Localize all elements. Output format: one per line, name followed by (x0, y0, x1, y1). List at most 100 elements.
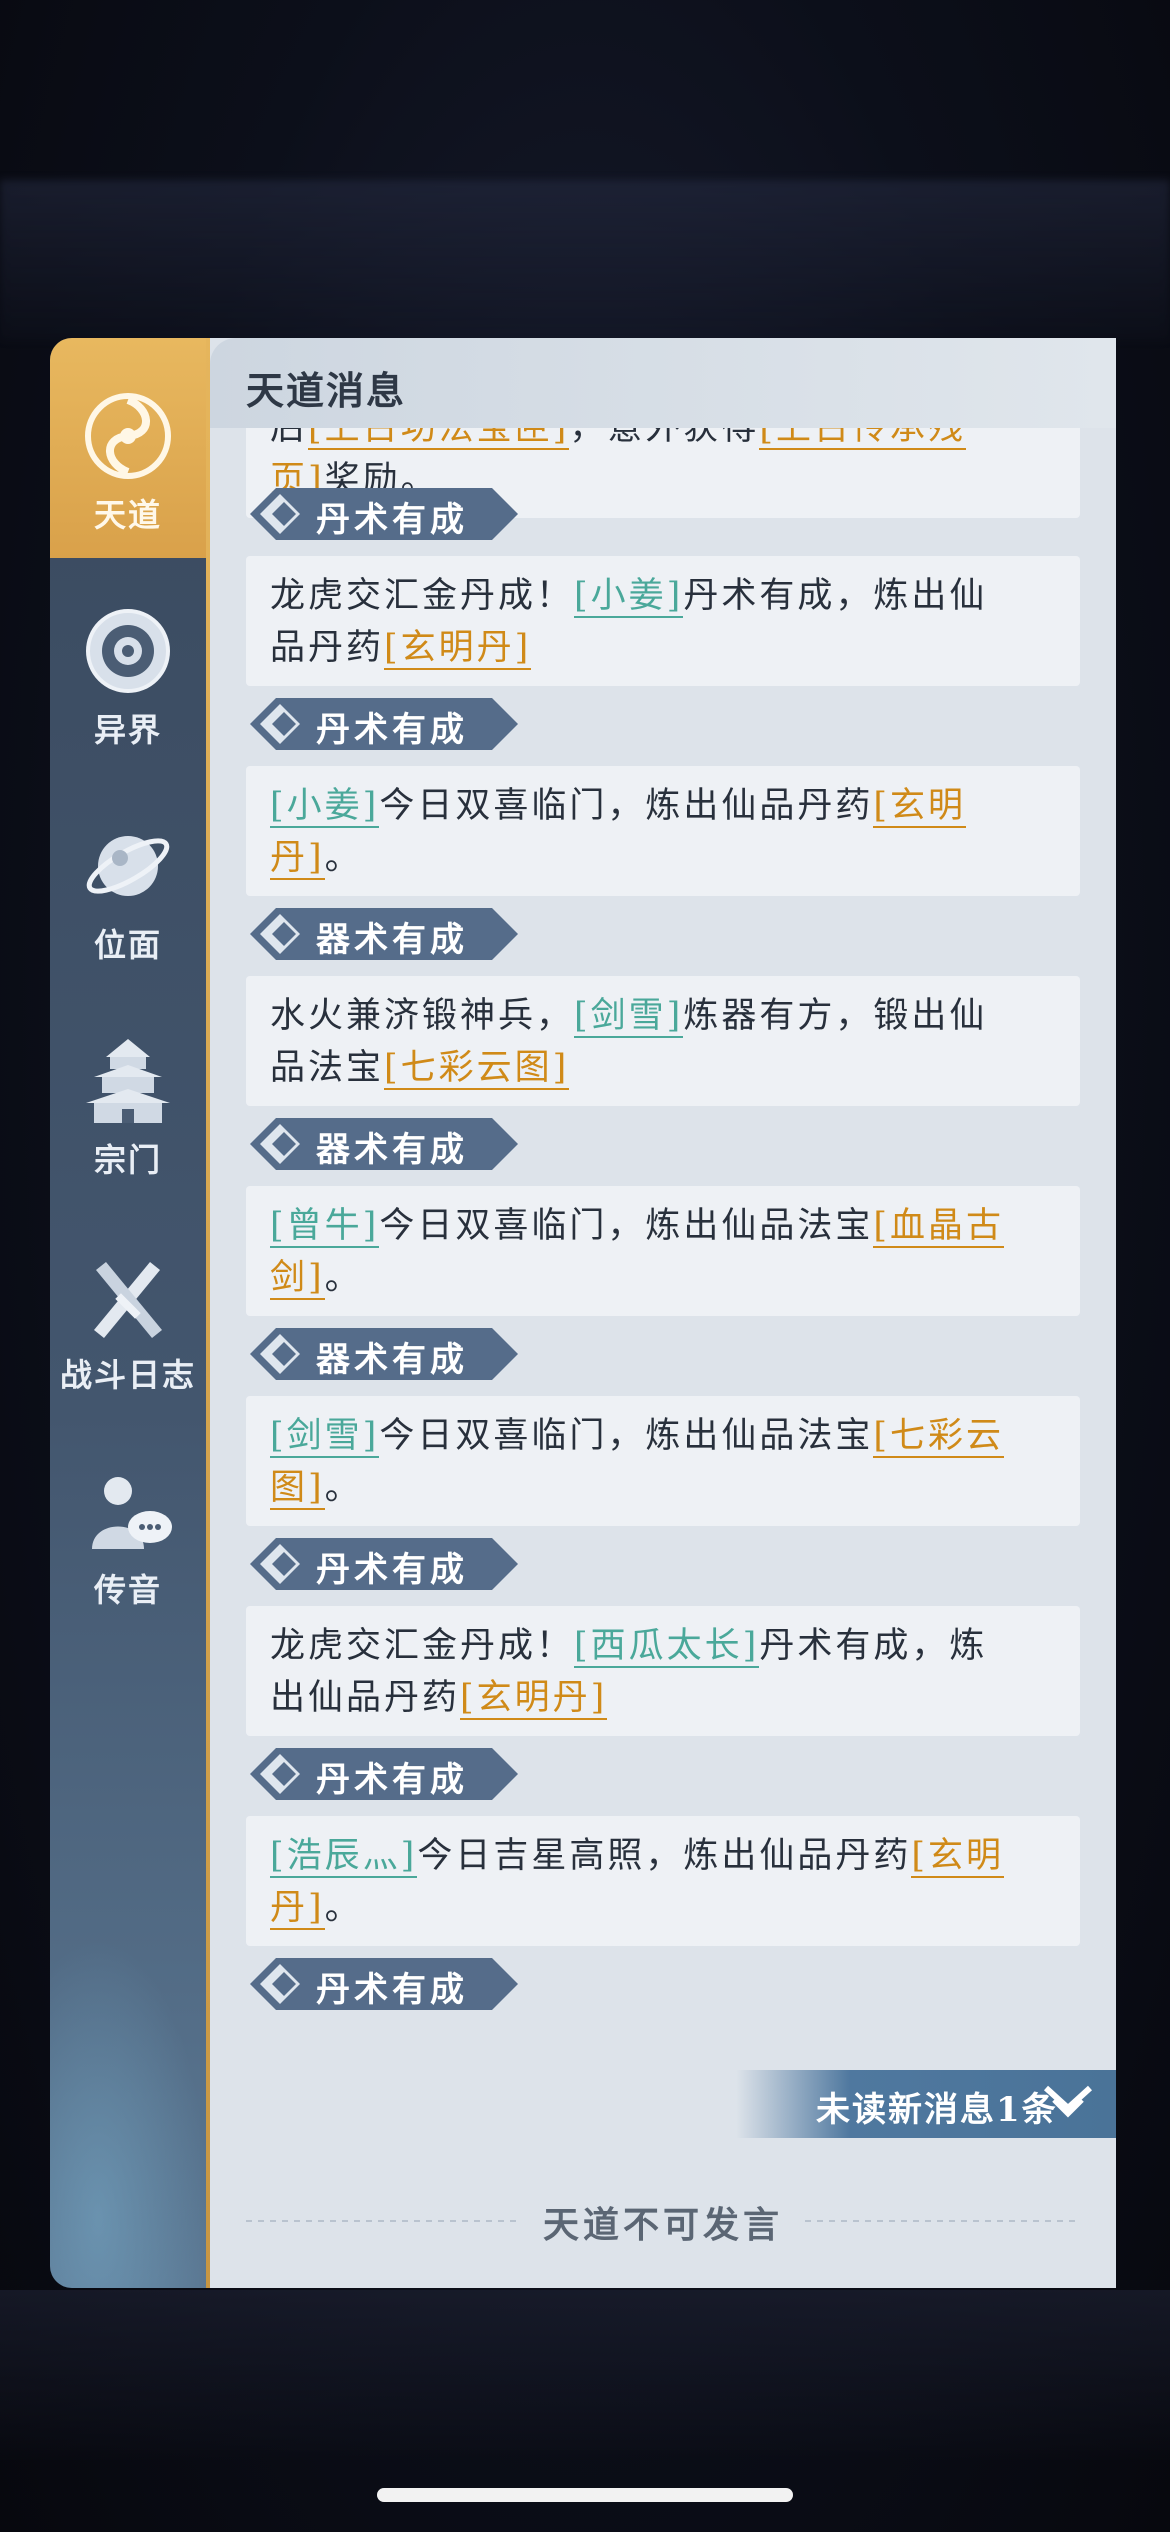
background-game-hud (0, 180, 1170, 340)
sidebar-item-weimian[interactable]: 位面 (50, 818, 206, 966)
message-text: 今日双喜临门，炼出仙品法宝 (379, 1416, 874, 1456)
category-tag: 丹术有成 (250, 698, 518, 750)
player-name-link[interactable]: [浩辰灬] (270, 1836, 418, 1878)
player-name-link[interactable]: [小姜] (270, 786, 380, 828)
sidebar-item-chuanyin[interactable]: 传音 (50, 1463, 206, 1611)
player-name-link[interactable]: [剑雪] (270, 1416, 380, 1458)
message-line: [剑雪]今日双喜临门，炼出仙品法宝[七彩云 (270, 1410, 1056, 1462)
category-tag: 丹术有成 (250, 1538, 518, 1590)
message-feed[interactable]: 后[上古功法宝匣]，意外获得[上古传承残 页]奖励。 丹术有成 龙虎交汇金丹成！[… (210, 428, 1116, 2078)
message-text: 丹术有成，炼 (759, 1626, 988, 1666)
message-text: 品丹药 (270, 628, 385, 668)
message-line: 剑]。 (270, 1252, 1056, 1304)
sidebar-item-zongmen[interactable]: 宗门 (50, 1033, 206, 1181)
message-line: [小姜]今日双喜临门，炼出仙品丹药[玄明 (270, 780, 1056, 832)
message-line: 后[上古功法宝匣]，意外获得[上古传承残 (270, 428, 1056, 454)
message-line: 图]。 (270, 1462, 1056, 1514)
crossed-swords-icon (94, 1262, 162, 1338)
message-line: 水火兼济锻神兵，[剑雪]炼器有方，锻出仙 (270, 990, 1056, 1042)
sidebar-item-label: 天道 (93, 496, 162, 534)
message-text: 今日双喜临门，炼出仙品丹药 (379, 786, 874, 826)
message-text: 今日吉星高照，炼出仙品丹药 (417, 1836, 912, 1876)
category-tag: 丹术有成 (250, 1748, 518, 1800)
item-name-link[interactable]: 丹] (270, 838, 325, 880)
item-name-link[interactable]: [七彩云图] (384, 1048, 570, 1090)
category-tag: 丹术有成 (250, 1958, 518, 2010)
unread-label: 未读新消息1条 (816, 2090, 1058, 2130)
tag-label: 器术有成 (316, 920, 468, 960)
double-chevron-down-icon (1043, 2085, 1093, 2118)
message-text: 龙虎交汇金丹成！ (270, 576, 575, 616)
message-line: 品丹药[玄明丹] (270, 622, 1056, 674)
player-name-link[interactable]: [剑雪] (574, 996, 684, 1038)
item-name-link[interactable]: 剑] (270, 1258, 325, 1300)
tag-label: 丹术有成 (316, 710, 468, 750)
message-dialog: 天道 异界 位面 宗门 战斗日志 传音 天道消息 后[上古功法宝匣]，意外获得[… (50, 338, 1116, 2288)
message-card: [浩辰灬]今日吉星高照，炼出仙品丹药[玄明 丹]。 (246, 1816, 1080, 1946)
category-tag: 器术有成 (250, 1118, 518, 1170)
message-text: 丹术有成，炼出仙 (683, 576, 988, 616)
item-name-link[interactable]: [玄明丹] (460, 1678, 608, 1720)
message-line: 品法宝[七彩云图] (270, 1042, 1056, 1094)
footer-notice: 天道不可发言 (542, 2204, 783, 2246)
item-name-link[interactable]: [上古传承残 (759, 428, 966, 450)
sidebar-item-label: 宗门 (93, 1141, 162, 1179)
tag-label: 丹术有成 (316, 1760, 468, 1800)
player-name-link[interactable]: [小姜] (574, 576, 684, 618)
otherworld-eye-icon (86, 609, 170, 693)
sidebar-item-tiandao[interactable]: 天道 (50, 338, 206, 558)
sidebar-item-label: 传音 (93, 1571, 162, 1609)
player-name-link[interactable]: [西瓜太长] (574, 1626, 760, 1668)
panel-header: 天道消息 (210, 338, 1116, 428)
category-tag: 器术有成 (250, 908, 518, 960)
message-text: 炼器有方，锻出仙 (683, 996, 988, 1036)
message-text: 龙虎交汇金丹成！ (270, 1626, 575, 1666)
message-card: [剑雪]今日双喜临门，炼出仙品法宝[七彩云 图]。 (246, 1396, 1080, 1526)
background-game-menu (0, 2290, 1170, 2460)
pagoda-icon (86, 1039, 170, 1123)
player-name-link[interactable]: [曾牛] (270, 1206, 380, 1248)
sidebar-item-label: 异界 (93, 711, 162, 749)
tag-label: 丹术有成 (316, 1550, 468, 1590)
tag-label: 器术有成 (316, 1130, 468, 1170)
message-card: [曾牛]今日双喜临门，炼出仙品法宝[血晶古 剑]。 (246, 1186, 1080, 1316)
message-text: 。 (324, 1468, 363, 1508)
home-indicator[interactable] (377, 2488, 793, 2502)
message-line: 出仙品丹药[玄明丹] (270, 1672, 1056, 1724)
item-name-link[interactable]: 丹] (270, 1888, 325, 1930)
message-card: 龙虎交汇金丹成！[小姜]丹术有成，炼出仙 品丹药[玄明丹] (246, 556, 1080, 686)
message-line: 丹]。 (270, 1882, 1056, 1934)
message-card: 水火兼济锻神兵，[剑雪]炼器有方，锻出仙 品法宝[七彩云图] (246, 976, 1080, 1106)
message-line: 丹]。 (270, 832, 1056, 884)
message-text: 后 (270, 428, 309, 448)
item-name-link[interactable]: [玄明 (911, 1836, 1004, 1878)
message-text: 。 (324, 1258, 363, 1298)
tiandao-emblem-icon (85, 393, 171, 479)
category-tag: 器术有成 (250, 1328, 518, 1380)
channel-sidebar: 天道 异界 位面 宗门 战斗日志 传音 (50, 338, 210, 2288)
message-card: 龙虎交汇金丹成！[西瓜太长]丹术有成，炼 出仙品丹药[玄明丹] (246, 1606, 1080, 1736)
message-text: 品法宝 (270, 1048, 385, 1088)
sidebar-item-label: 战斗日志 (59, 1356, 196, 1394)
message-card: [小姜]今日双喜临门，炼出仙品丹药[玄明 丹]。 (246, 766, 1080, 896)
unread-messages-button[interactable]: 未读新消息1条 (736, 2070, 1116, 2138)
item-name-link[interactable]: [上古功法宝匣] (308, 428, 570, 450)
item-name-link[interactable]: [七彩云 (873, 1416, 1004, 1458)
item-name-link[interactable]: [血晶古 (873, 1206, 1004, 1248)
sidebar-item-battle-log[interactable]: 战斗日志 (50, 1248, 206, 1396)
message-line: [浩辰灬]今日吉星高照，炼出仙品丹药[玄明 (270, 1830, 1056, 1882)
message-line: 龙虎交汇金丹成！[西瓜太长]丹术有成，炼 (270, 1620, 1056, 1672)
planet-icon (86, 836, 170, 896)
sidebar-item-yijie[interactable]: 异界 (50, 603, 206, 751)
wave-decoration (50, 1938, 210, 2288)
tag-label: 丹术有成 (316, 500, 468, 540)
item-name-link[interactable]: [玄明 (873, 786, 966, 828)
message-text: 今日双喜临门，炼出仙品法宝 (379, 1206, 874, 1246)
message-line: 龙虎交汇金丹成！[小姜]丹术有成，炼出仙 (270, 570, 1056, 622)
message-line: [曾牛]今日双喜临门，炼出仙品法宝[血晶古 (270, 1200, 1056, 1252)
tag-label: 丹术有成 (316, 1970, 468, 2010)
tag-label: 器术有成 (316, 1340, 468, 1380)
panel-title: 天道消息 (246, 368, 407, 413)
item-name-link[interactable]: 图] (270, 1468, 325, 1510)
item-name-link[interactable]: [玄明丹] (384, 628, 532, 670)
